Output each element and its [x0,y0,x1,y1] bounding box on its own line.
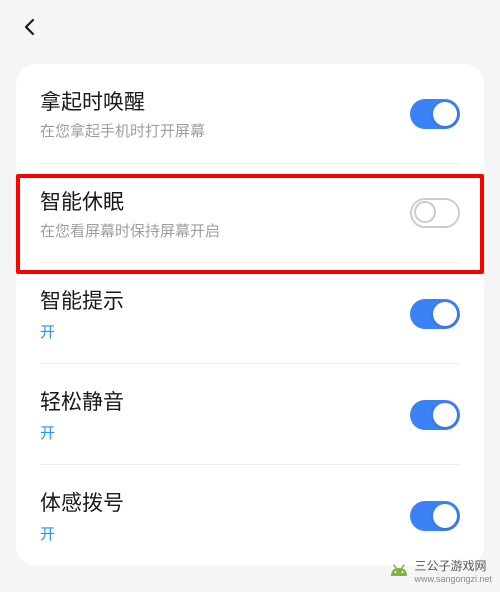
toggle-direct-call[interactable] [410,501,460,531]
setting-title: 拿起时唤醒 [40,86,410,116]
setting-status: 开 [40,321,410,342]
toggle-knob [433,504,457,528]
setting-text: 拿起时唤醒 在您拿起手机时打开屏幕 [40,86,410,142]
setting-text: 轻松静音 开 [40,386,410,443]
settings-card: 拿起时唤醒 在您拿起手机时打开屏幕 智能休眠 在您看屏幕时保持屏幕开启 智能提示… [16,64,484,566]
setting-status: 开 [40,422,410,443]
setting-text: 智能休眠 在您看屏幕时保持屏幕开启 [40,186,410,242]
setting-text: 体感拨号 开 [40,487,410,544]
setting-text: 智能提示 开 [40,285,410,342]
back-button[interactable] [18,15,42,39]
toggle-knob [433,102,457,126]
setting-row-direct-call[interactable]: 体感拨号 开 [16,465,484,566]
setting-row-smart-alert[interactable]: 智能提示 开 [16,263,484,364]
setting-title: 智能休眠 [40,186,410,216]
toggle-knob [433,403,457,427]
toggle-easy-mute[interactable] [410,400,460,430]
setting-title: 体感拨号 [40,487,410,517]
watermark: 三公子游戏网 www.sangongzi.net [388,557,492,584]
chevron-left-icon [20,17,40,37]
setting-title: 智能提示 [40,285,410,315]
toggle-lift-to-wake[interactable] [410,99,460,129]
toggle-knob [414,201,436,223]
setting-desc: 在您看屏幕时保持屏幕开启 [40,222,410,242]
watermark-text: 三公子游戏网 www.sangongzi.net [414,557,492,584]
toggle-smart-stay[interactable] [410,198,460,228]
android-icon [388,562,410,580]
setting-row-smart-stay[interactable]: 智能休眠 在您看屏幕时保持屏幕开启 [16,164,484,264]
toggle-smart-alert[interactable] [410,299,460,329]
setting-row-lift-to-wake[interactable]: 拿起时唤醒 在您拿起手机时打开屏幕 [16,64,484,164]
setting-desc: 在您拿起手机时打开屏幕 [40,122,410,142]
setting-row-easy-mute[interactable]: 轻松静音 开 [16,364,484,465]
setting-status: 开 [40,523,410,544]
setting-title: 轻松静音 [40,386,410,416]
header [0,0,500,54]
toggle-knob [433,302,457,326]
